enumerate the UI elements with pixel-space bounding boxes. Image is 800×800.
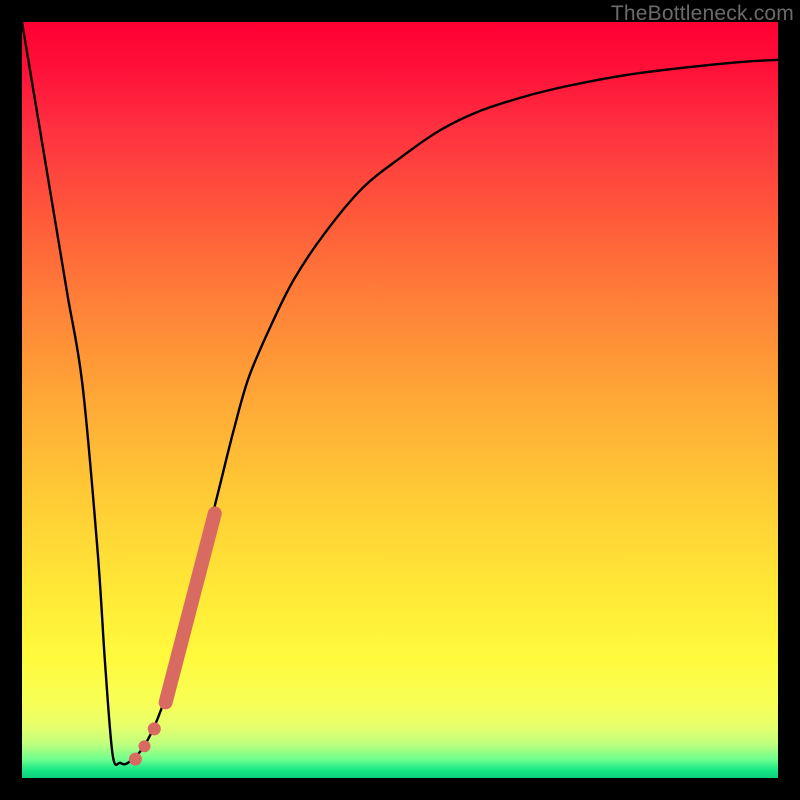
chart-frame: TheBottleneck.com [0, 0, 800, 800]
marker-segment [166, 513, 215, 702]
marker-dot-3 [129, 753, 142, 766]
marker-dot-2 [138, 740, 150, 752]
bottleneck-curve [22, 22, 778, 765]
curve-svg [22, 22, 778, 778]
plot-area [22, 22, 778, 778]
marker-dot-1 [148, 722, 161, 735]
